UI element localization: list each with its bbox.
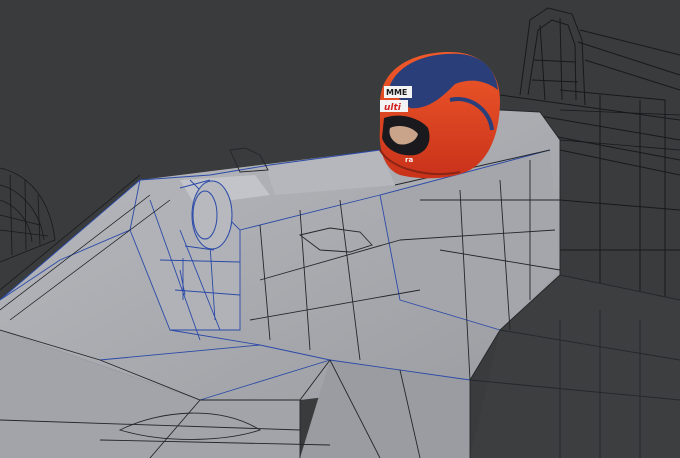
helmet-sponsor-top: MME <box>386 88 407 97</box>
driver-helmet: MME ulti ra <box>379 52 500 179</box>
wireframe-scene: MME ulti ra <box>0 0 680 458</box>
helmet-sponsor-side: ulti <box>384 103 402 113</box>
3d-viewport[interactable]: MME ulti ra <box>0 0 680 458</box>
helmet-icon <box>379 52 500 179</box>
helmet-sponsor-chin: ra <box>405 156 413 164</box>
